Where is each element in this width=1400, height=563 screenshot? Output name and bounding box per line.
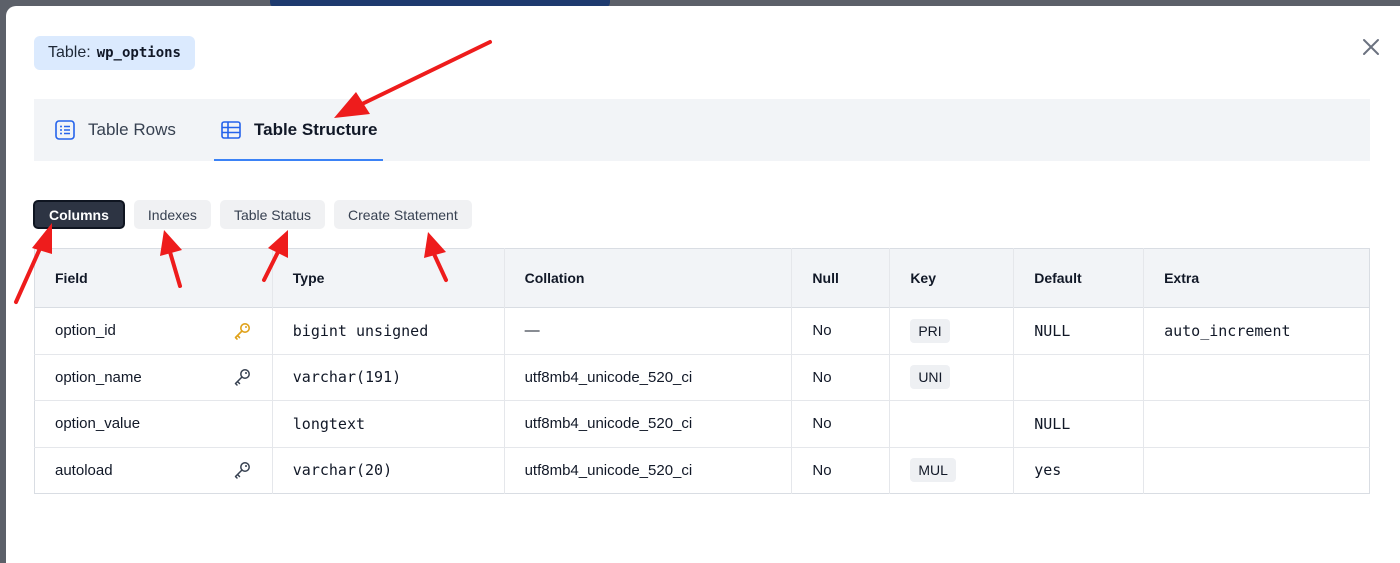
cell-default: yes: [1013, 447, 1145, 494]
cell-collation: utf8mb4_unicode_520_ci: [504, 354, 793, 401]
cell-default: [1013, 354, 1145, 401]
cell-collation: utf8mb4_unicode_520_ci: [504, 447, 793, 494]
header-extra[interactable]: Extra: [1144, 249, 1370, 308]
field-name: autoload: [55, 461, 113, 479]
tab-table-structure-label: Table Structure: [254, 120, 378, 139]
cell-extra: [1144, 401, 1370, 448]
columns-table: Field Type Collation Null Key Default Ex…: [34, 248, 1370, 494]
key-badge: PRI: [910, 318, 950, 343]
cell-key: MUL: [889, 447, 1015, 494]
cell-null: No: [791, 354, 891, 401]
cell-collation: utf8mb4_unicode_520_ci: [504, 400, 793, 447]
key-badge: MUL: [910, 458, 956, 483]
cell-null: No: [791, 447, 891, 494]
cell-key: PRI: [889, 307, 1015, 354]
cell-null: No: [791, 400, 891, 447]
close-icon: [1363, 39, 1379, 55]
cell-extra: [1144, 447, 1370, 494]
cell-type: longtext: [272, 400, 505, 447]
subtab-indexes[interactable]: Indexes: [133, 200, 211, 229]
table-name: wp_options: [96, 45, 181, 61]
header-type[interactable]: Type: [272, 248, 505, 308]
key-icon: [232, 367, 252, 387]
list-icon: [55, 120, 75, 140]
subtab-columns[interactable]: Columns: [33, 200, 125, 229]
header-key[interactable]: Key: [889, 248, 1015, 308]
cell-field: option_id: [34, 307, 273, 354]
cell-field: option_value: [34, 400, 273, 447]
tab-bar: Table Rows Table Structure: [34, 99, 1370, 161]
table-row[interactable]: option_name varchar(191) utf8mb4_unicode…: [34, 354, 1370, 401]
header-default[interactable]: Default: [1013, 248, 1145, 308]
cell-key: [889, 400, 1015, 447]
cell-field: autoload: [34, 447, 273, 494]
header-collation[interactable]: Collation: [504, 248, 793, 308]
subtab-create-statement[interactable]: Create Statement: [334, 200, 472, 229]
cell-type: bigint unsigned: [272, 307, 505, 354]
tab-table-rows-label: Table Rows: [88, 120, 176, 139]
table-row[interactable]: autoload varchar(20) utf8mb4_unicode_520…: [34, 447, 1370, 494]
table-header-row: Field Type Collation Null Key Default Ex…: [34, 248, 1370, 308]
cell-type: varchar(20): [272, 447, 505, 494]
primary-key-icon: [232, 321, 252, 341]
cell-key: UNI: [889, 354, 1015, 401]
tab-table-rows[interactable]: Table Rows: [54, 99, 176, 161]
cell-default: NULL: [1013, 400, 1145, 447]
cell-null: No: [791, 307, 891, 354]
close-button[interactable]: [1358, 34, 1384, 60]
key-icon: [232, 460, 252, 480]
cell-extra: [1144, 354, 1370, 401]
cell-default: NULL: [1013, 307, 1145, 354]
cell-collation: —: [504, 307, 793, 354]
table-modal: Table: wp_options Table Rows Table Struc…: [6, 6, 1400, 563]
table-name-badge: Table: wp_options: [34, 36, 195, 70]
field-name: option_value: [55, 415, 141, 433]
cell-extra: auto_increment: [1164, 321, 1291, 340]
field-name: option_id: [55, 322, 116, 340]
key-badge: UNI: [910, 365, 951, 390]
cell-type: varchar(191): [272, 354, 505, 401]
table-label: Table:: [48, 44, 91, 61]
cell-field: option_name: [34, 354, 273, 401]
table-grid-icon: [221, 121, 241, 139]
header-field[interactable]: Field: [34, 248, 273, 308]
table-row[interactable]: option_id bigint unsigned — No PRI NULL …: [34, 307, 1370, 354]
field-name: option_name: [55, 368, 142, 386]
structure-subtabs: Columns Indexes Table Status Create Stat…: [33, 200, 481, 229]
table-row[interactable]: option_value longtext utf8mb4_unicode_52…: [34, 400, 1370, 448]
tab-table-structure[interactable]: Table Structure: [214, 99, 384, 161]
header-null[interactable]: Null: [791, 248, 891, 308]
subtab-table-status[interactable]: Table Status: [219, 200, 325, 229]
